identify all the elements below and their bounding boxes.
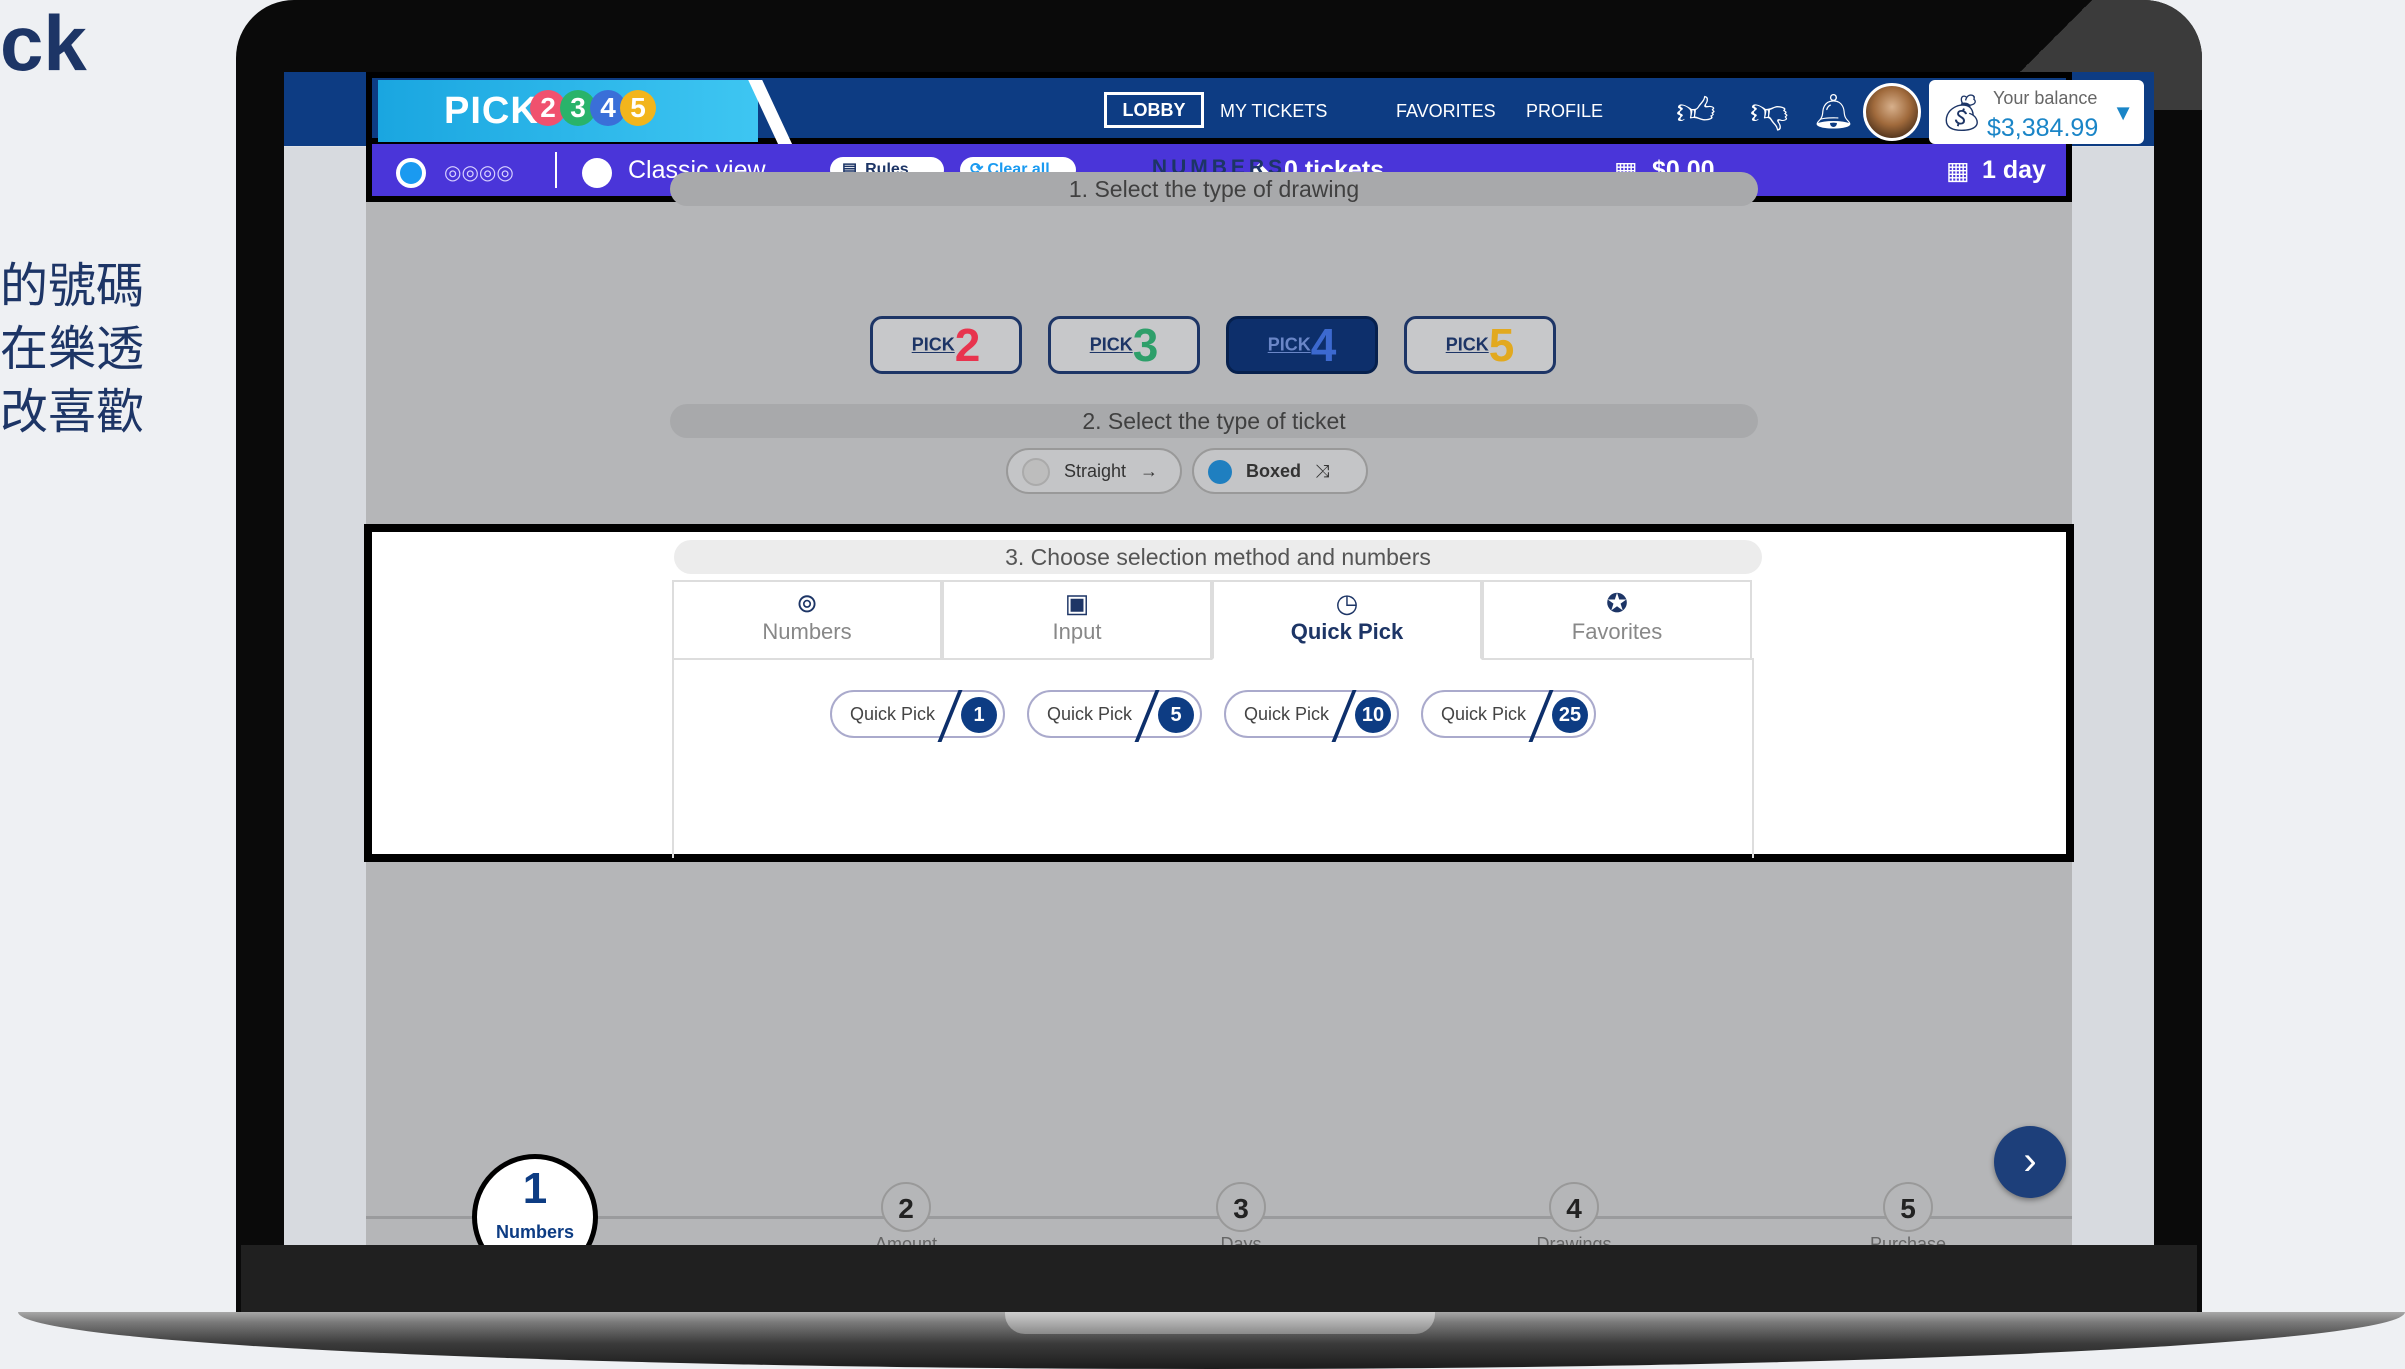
radio-icon xyxy=(1022,458,1050,487)
calculator-icon: ▣ xyxy=(1064,588,1090,618)
numbers-grid-icon: ⊚ xyxy=(796,588,818,618)
tab-favorites[interactable]: ✪ Favorites xyxy=(1482,580,1752,660)
quick-pick-body: Quick Pick 1 Quick Pick 5 Quick Pick 10 Qui… xyxy=(672,658,1754,858)
clock-icon: ◷ xyxy=(1335,588,1359,618)
tab-input[interactable]: ▣ Input xyxy=(942,580,1212,660)
balance-widget[interactable]: 💰︎ Your balance $3,384.99 ▼ xyxy=(1929,80,2144,144)
star-icon: ✪ xyxy=(1606,588,1628,618)
thumbs-up-icon[interactable]: 👍︎ xyxy=(1676,92,1716,132)
selection-tabs: ⊚ Numbers ▣ Input ◷ Quick Pick ✪ Favorit… xyxy=(672,580,1754,660)
nav-lobby[interactable]: LOBBY xyxy=(1104,92,1204,128)
pick4-button[interactable]: PICK4 xyxy=(1226,316,1378,374)
step2-header: 2. Select the type of ticket xyxy=(670,404,1758,438)
lottery-app: PICK 2 3 4 5 LOBBY MY TICKETS FAVORITES … xyxy=(364,72,2144,1245)
shuffle-icon: ⤨ xyxy=(1315,461,1330,481)
boxed-option[interactable]: Boxed ⤨ xyxy=(1192,448,1368,494)
radio-selected-icon xyxy=(1208,460,1232,485)
nav-my-tickets[interactable]: MY TICKETS xyxy=(1220,101,1327,122)
nav-profile[interactable]: PROFILE xyxy=(1526,101,1603,122)
pick3-button[interactable]: PICK3 xyxy=(1048,316,1200,374)
quick-pick-5-button[interactable]: Quick Pick 5 xyxy=(1027,690,1202,742)
progress-step-numbers[interactable]: 1 Numbers xyxy=(472,1154,598,1245)
step3-header: 3. Choose selection method and numbers xyxy=(674,540,1762,574)
logo-text: PICK xyxy=(444,90,539,132)
money-bag-icon: 💰︎ xyxy=(1939,92,1985,133)
pick5-button[interactable]: PICK5 xyxy=(1404,316,1556,374)
slide-title: ck xyxy=(0,0,87,87)
next-step-button[interactable]: › xyxy=(1994,1126,2066,1198)
laptop-screen: PICK 2 3 4 5 LOBBY MY TICKETS FAVORITES … xyxy=(284,72,2154,1245)
balance-amount: $3,384.99 xyxy=(1987,114,2099,142)
slide-description: 的號碼 在樂透 改喜歡 xyxy=(0,258,145,440)
progress-step-days[interactable]: 3 Days xyxy=(1181,1182,1301,1245)
quick-pick-25-button[interactable]: Quick Pick 25 xyxy=(1421,690,1596,742)
avatar[interactable] xyxy=(1863,83,1921,141)
laptop-bezel xyxy=(241,1245,2197,1313)
progress-step-purchase[interactable]: 5 Purchase xyxy=(1848,1182,1968,1245)
thumbs-down-icon[interactable]: 👎︎ xyxy=(1750,92,1789,132)
quick-pick-1-button[interactable]: Quick Pick 1 xyxy=(830,690,1005,742)
balance-label: Your balance xyxy=(1993,88,2098,108)
progress-step-drawings[interactable]: 4 Drawings xyxy=(1514,1182,1634,1245)
chevron-right-icon: › xyxy=(2023,1139,2037,1183)
straight-option[interactable]: Straight → xyxy=(1006,448,1182,494)
nav-favorites[interactable]: FAVORITES xyxy=(1396,101,1496,122)
quick-pick-10-button[interactable]: Quick Pick 10 xyxy=(1224,690,1399,742)
bell-icon[interactable]: 🔔︎ xyxy=(1812,92,1855,132)
logo-ball-5: 5 xyxy=(620,90,656,126)
tab-numbers[interactable]: ⊚ Numbers xyxy=(672,580,942,660)
step1-header: 1. Select the type of drawing xyxy=(670,172,1758,206)
pick2-button[interactable]: PICK2 xyxy=(870,316,1022,374)
chevron-down-icon[interactable]: ▼ xyxy=(2112,100,2134,126)
app-header: PICK 2 3 4 5 LOBBY MY TICKETS FAVORITES … xyxy=(366,72,2144,152)
selection-method-panel: 3. Choose selection method and numbers ⊚… xyxy=(364,524,2074,862)
tab-quick-pick[interactable]: ◷ Quick Pick xyxy=(1212,580,1482,660)
arrow-right-icon: → xyxy=(1140,461,1159,481)
progress-step-amount[interactable]: 2 Amount xyxy=(846,1182,966,1245)
laptop-notch xyxy=(1005,1312,1435,1334)
